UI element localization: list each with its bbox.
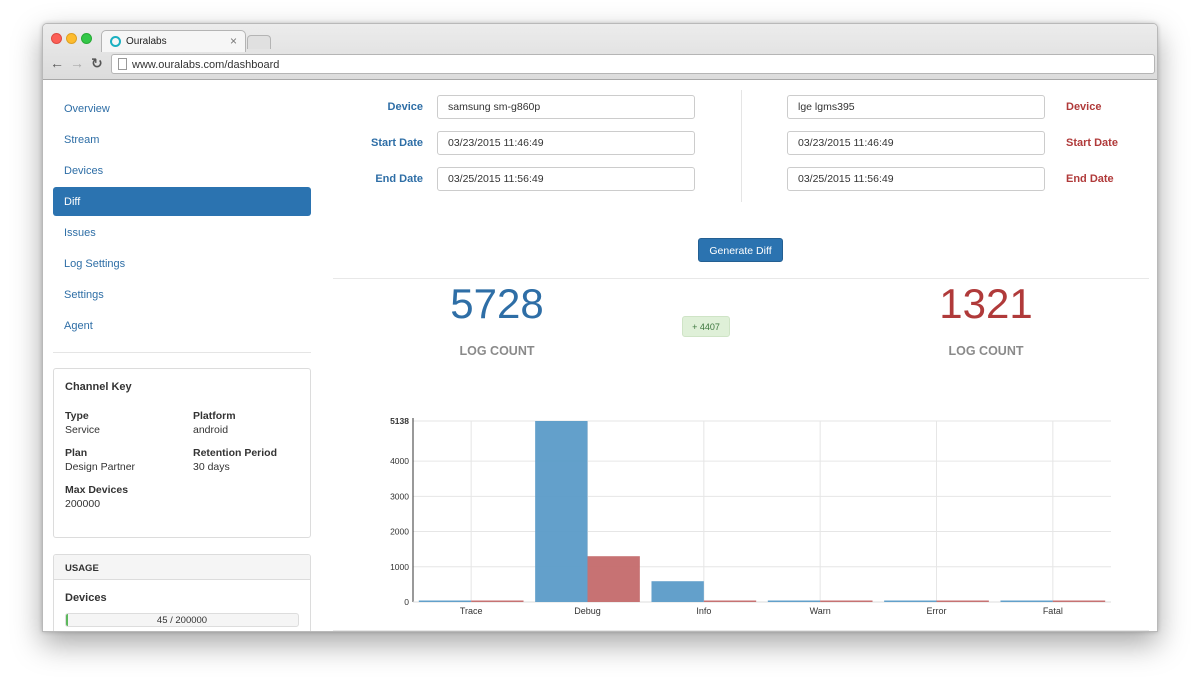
y-tick-label: 5138	[390, 416, 409, 426]
max-devices-field: Max Devices 200000	[65, 484, 128, 510]
plan-label: Plan	[65, 447, 88, 459]
usage-title: USAGE	[65, 563, 99, 574]
bar-error-series-1	[884, 600, 937, 602]
right-log-count-label: LOG COUNT	[948, 344, 1024, 358]
type-label: Type	[65, 410, 89, 422]
right-log-count: 1321	[939, 280, 1033, 327]
minimize-window-button[interactable]	[66, 33, 77, 44]
right-start-date-input[interactable]: 03/23/2015 11:46:49	[787, 131, 1045, 155]
sidebar-item-stream[interactable]: Stream	[53, 125, 311, 154]
devices-progress-bar: 45 / 200000	[65, 613, 299, 627]
close-window-button[interactable]	[51, 33, 62, 44]
sidebar-item-devices[interactable]: Devices	[53, 156, 311, 185]
left-device-label: Device	[387, 101, 423, 113]
max-devices-label: Max Devices	[65, 484, 129, 496]
tab-title: Ouralabs	[126, 36, 167, 47]
right-device-input[interactable]: lge lgms395	[787, 95, 1045, 119]
usage-header: USAGE	[54, 555, 310, 580]
right-end-date-input[interactable]: 03/25/2015 11:56:49	[787, 167, 1045, 191]
right-device-label: Device	[1066, 101, 1102, 113]
left-device-input[interactable]: samsung sm-g860p	[437, 95, 695, 119]
y-tick-label: 2000	[390, 527, 409, 537]
bar-trace-series-2	[471, 600, 524, 602]
browser-window: Ouralabs × ← → ↻ www.ouralabs.com/dashbo…	[42, 23, 1158, 632]
sidebar-item-agent[interactable]: Agent	[53, 311, 311, 340]
log-level-chart: 0 1000 2000 3000 4000 5138 Trace Debug Info Warn E…	[333, 398, 1149, 630]
bar-info-series-1	[651, 581, 704, 602]
devices-progress-text: 45 / 200000	[156, 615, 208, 626]
bottom-divider	[333, 630, 1149, 631]
left-end-date-input[interactable]: 03/25/2015 11:56:49	[437, 167, 695, 191]
max-devices-value: 200000	[65, 498, 101, 510]
generate-diff-button[interactable]: Generate Diff	[698, 238, 783, 262]
type-value: Service	[65, 424, 101, 436]
page-icon	[118, 58, 127, 70]
plan-field: Plan Design Partner	[65, 447, 135, 473]
left-log-count: 5728	[450, 280, 544, 327]
address-bar[interactable]: www.ouralabs.com/dashboard	[111, 54, 1155, 74]
sidebar-divider	[53, 352, 311, 353]
usage-card: USAGE Devices 45 / 200000	[53, 554, 311, 631]
channel-key-title: Channel Key	[65, 381, 132, 393]
url-text: www.ouralabs.com/dashboard	[132, 59, 280, 71]
left-start-date-label: Start Date	[371, 137, 423, 149]
bar-fatal-series-1	[1000, 600, 1053, 602]
section-divider	[333, 278, 1149, 279]
right-start-date-label: Start Date	[1066, 137, 1118, 149]
x-tick-label-info: Info	[696, 606, 711, 616]
type-field: Type Service	[65, 410, 100, 436]
bar-trace-series-1	[418, 600, 472, 602]
left-end-date-label: End Date	[375, 173, 423, 185]
zoom-window-button[interactable]	[81, 33, 92, 44]
retention-field: Retention Period 30 days	[193, 447, 277, 473]
platform-label: Platform	[193, 410, 236, 422]
y-tick-label: 0	[404, 597, 409, 607]
usage-devices-label: Devices	[65, 592, 107, 604]
x-tick-label-debug: Debug	[574, 606, 601, 616]
left-start-date-input[interactable]: 03/23/2015 11:46:49	[437, 131, 695, 155]
x-tick-label-fatal: Fatal	[1043, 606, 1063, 616]
y-tick-label: 1000	[390, 562, 409, 572]
diff-main: Device samsung sm-g860p Start Date 03/23…	[333, 80, 1149, 631]
forward-arrow-icon[interactable]: →	[70, 55, 84, 71]
bar-debug-series-2	[587, 556, 640, 602]
bar-debug-series-1	[535, 421, 588, 602]
new-tab-button[interactable]	[247, 35, 271, 49]
diff-count-badge: + 4407	[682, 316, 730, 337]
sidebar-item-log-settings[interactable]: Log Settings	[53, 249, 311, 278]
platform-field: Platform android	[193, 410, 236, 436]
reload-icon[interactable]: ↻	[91, 55, 103, 72]
y-tick-label: 4000	[390, 456, 409, 466]
form-separator	[741, 90, 742, 202]
x-tick-label-warn: Warn	[810, 606, 831, 616]
sidebar-item-issues[interactable]: Issues	[53, 218, 311, 247]
left-log-count-label: LOG COUNT	[459, 344, 535, 358]
platform-value: android	[193, 424, 229, 436]
sidebar-item-settings[interactable]: Settings	[53, 280, 311, 309]
plan-value: Design Partner	[65, 461, 136, 473]
bar-warn-series-2	[820, 600, 873, 602]
retention-value: 30 days	[193, 461, 230, 473]
x-tick-label-error: Error	[927, 606, 947, 616]
bar-fatal-series-2	[1052, 600, 1106, 602]
tab-close-icon[interactable]: ×	[230, 34, 237, 48]
ouralabs-logo-icon	[110, 36, 121, 47]
page-content: Overview Stream Devices Diff Issues Log …	[43, 80, 1157, 631]
browser-tab[interactable]: Ouralabs ×	[101, 30, 246, 52]
sidebar-item-overview[interactable]: Overview	[53, 94, 311, 123]
bar-warn-series-1	[767, 600, 821, 602]
x-tick-label-trace: Trace	[460, 606, 483, 616]
right-end-date-label: End Date	[1066, 173, 1114, 185]
log-level-chart-svg: 0 1000 2000 3000 4000 5138 Trace Debug Info Warn E…	[390, 416, 1111, 616]
sidebar-item-diff[interactable]: Diff	[53, 187, 311, 216]
bar-error-series-2	[936, 600, 989, 602]
retention-label: Retention Period	[193, 447, 278, 459]
channel-key-card: Channel Key Type Service Platform androi…	[53, 368, 311, 538]
bar-info-series-2	[703, 600, 757, 602]
browser-chrome: Ouralabs × ← → ↻ www.ouralabs.com/dashbo…	[43, 24, 1157, 80]
y-tick-label: 3000	[390, 491, 409, 501]
back-arrow-icon[interactable]: ←	[50, 55, 64, 71]
